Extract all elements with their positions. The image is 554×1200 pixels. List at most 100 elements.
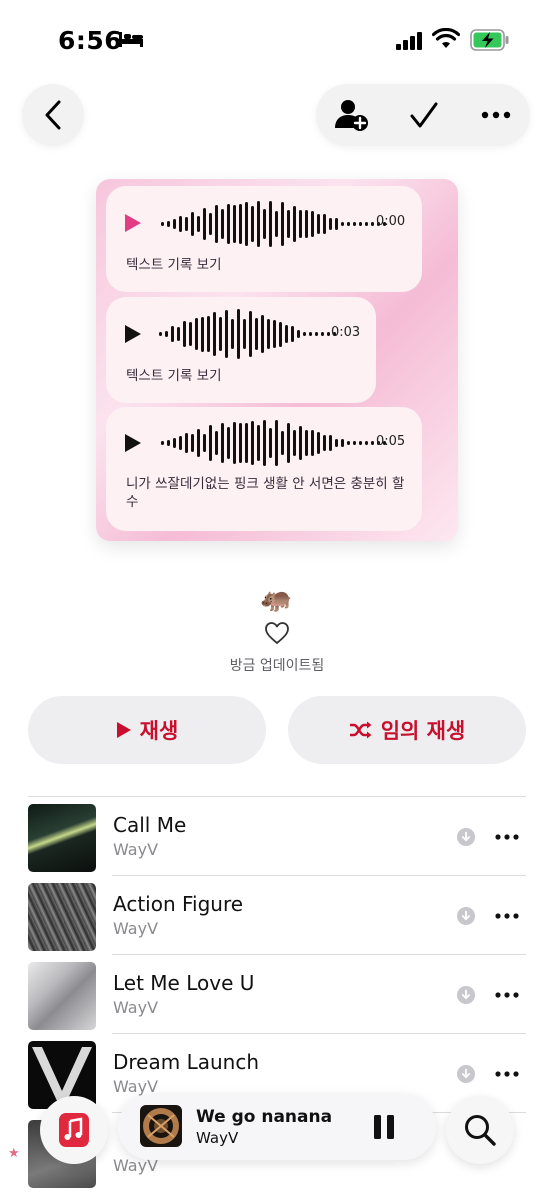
ellipsis-icon[interactable] — [495, 984, 519, 1006]
waveform-bar — [171, 326, 174, 342]
waveform-bar — [359, 222, 362, 226]
waveform-bar — [309, 332, 312, 336]
waveform-bar — [341, 221, 344, 227]
album-art — [28, 883, 96, 951]
song-title: Let Me Love U — [113, 971, 255, 995]
song-title: Action Figure — [113, 892, 244, 916]
waveform-bar — [267, 318, 270, 350]
play-icon — [116, 722, 131, 738]
waveform-bar — [287, 209, 290, 239]
done-button[interactable] — [392, 84, 456, 146]
waveform-bar — [287, 422, 290, 464]
waveform-bar — [303, 331, 306, 337]
waveform-bar — [233, 422, 236, 464]
play-button[interactable]: 재생 — [28, 696, 266, 764]
song-row[interactable]: Action Figure WayV — [28, 879, 526, 951]
song-artist: WayV — [113, 998, 159, 1017]
waveform-bar — [327, 332, 330, 336]
now-playing-art — [140, 1105, 182, 1147]
status-time: 6:56 — [58, 26, 123, 55]
waveform-bar — [293, 205, 296, 243]
pause-icon[interactable] — [372, 1114, 396, 1140]
waveform-bar — [323, 214, 326, 234]
waveform-bar — [165, 331, 168, 337]
song-artist: WayV — [113, 840, 159, 859]
waveform-bar — [231, 318, 234, 350]
voice-message-bubble: 0:03 텍스트 기록 보기 — [106, 297, 376, 403]
download-icon[interactable] — [457, 828, 475, 846]
waveform-bar — [323, 434, 326, 452]
waveform-bar — [293, 429, 296, 457]
play-icon — [125, 325, 141, 343]
cellular-signal-icon — [396, 32, 422, 50]
mini-player[interactable]: We go nanana WayV — [118, 1094, 436, 1160]
library-tab-button[interactable] — [40, 1096, 108, 1164]
shuffle-button-label: 임의 재생 — [380, 719, 466, 743]
heart-icon[interactable] — [264, 621, 290, 645]
ellipsis-icon — [481, 111, 511, 119]
waveform-bar — [209, 425, 212, 461]
waveform-bar — [161, 222, 164, 226]
waveform-bar — [215, 430, 218, 456]
waveform-bar — [371, 441, 374, 445]
waveform-bar — [249, 310, 252, 358]
back-button[interactable] — [22, 84, 84, 146]
shuffle-button[interactable]: 임의 재생 — [288, 696, 526, 764]
music-library-icon — [59, 1113, 89, 1147]
ellipsis-icon[interactable] — [495, 826, 519, 848]
ellipsis-icon[interactable] — [495, 1063, 519, 1085]
waveform-bar — [269, 200, 272, 248]
waveform-bar — [335, 218, 338, 230]
waveform-bar — [167, 220, 170, 228]
waveform-bar — [173, 437, 176, 449]
voice-duration: 0:00 — [376, 214, 406, 229]
waveform-bar — [227, 426, 230, 460]
waveform-bar — [233, 204, 236, 244]
more-options-button[interactable] — [464, 84, 528, 146]
waveform-bar — [239, 423, 242, 463]
waveform-bar — [315, 332, 318, 336]
waveform-bar — [225, 309, 228, 359]
waveform-bar — [185, 432, 188, 454]
song-row[interactable]: Let Me Love U WayV — [28, 958, 526, 1030]
waveform-bar — [347, 222, 350, 226]
waveform-bar — [213, 312, 216, 356]
song-row[interactable]: Call Me WayV — [28, 800, 526, 872]
add-collaborator-button[interactable] — [320, 84, 384, 146]
waveform-bar — [269, 428, 272, 458]
search-tab-button[interactable] — [446, 1096, 514, 1164]
waveform-bar — [189, 321, 192, 347]
now-playing-title: We go nanana — [196, 1107, 333, 1127]
waveform-bar — [297, 330, 300, 338]
waveform-bar — [197, 428, 200, 458]
waveform-bar — [305, 209, 308, 239]
waveform-bar — [183, 321, 186, 347]
ellipsis-icon[interactable] — [495, 905, 519, 927]
download-icon[interactable] — [457, 986, 475, 1004]
waveform-bar — [365, 222, 368, 226]
download-icon[interactable] — [457, 1065, 475, 1083]
waveform-bar — [359, 441, 362, 445]
divider — [112, 1033, 526, 1034]
updated-status: 방금 업데이트됨 — [229, 658, 325, 674]
playlist-artwork: 0:00 텍스트 기록 보기 0:03 텍스트 기록 보기 0:05 니가 쓰잘… — [96, 179, 458, 541]
waveform-bar — [329, 435, 332, 451]
song-title: Call Me — [113, 813, 187, 837]
waveform — [161, 200, 386, 248]
album-art — [28, 804, 96, 872]
download-icon[interactable] — [457, 907, 475, 925]
waveform — [159, 309, 336, 359]
waveform-bar — [261, 314, 264, 354]
voice-duration: 0:05 — [376, 434, 406, 449]
waveform-bar — [263, 419, 266, 467]
waveform-bar — [305, 430, 308, 456]
song-artist: WayV — [113, 919, 159, 938]
transcript-text: 니가 쓰잘데기없는 핑크 생활 안 서면은 충분히 할 수 — [126, 476, 405, 510]
waveform-bar — [353, 222, 356, 226]
waveform-bar — [257, 200, 260, 248]
waveform-bar — [243, 319, 246, 349]
play-icon — [125, 434, 141, 452]
waveform-bar — [227, 203, 230, 245]
waveform-bar — [215, 205, 218, 243]
waveform-bar — [273, 319, 276, 349]
